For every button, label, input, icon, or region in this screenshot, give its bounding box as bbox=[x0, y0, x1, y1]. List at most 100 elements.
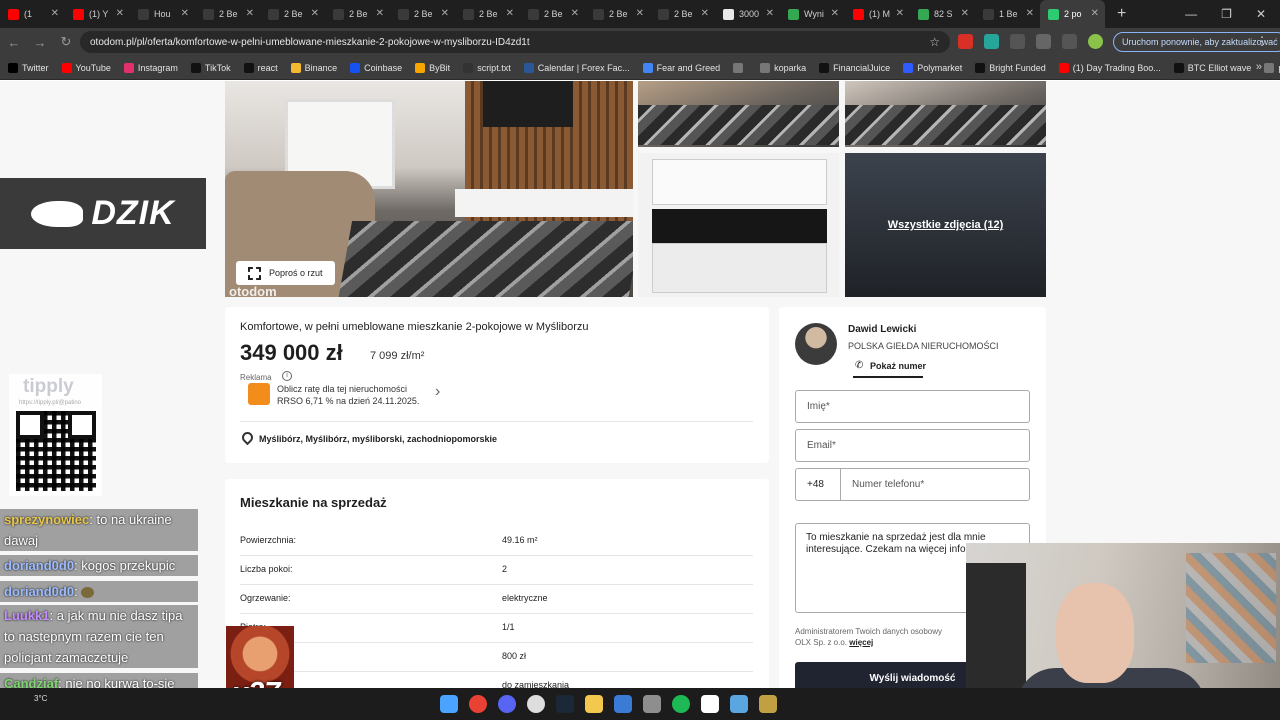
privacy-more-link[interactable]: więcej bbox=[849, 638, 873, 647]
close-tab-icon[interactable]: ✕ bbox=[636, 8, 644, 19]
close-tab-icon[interactable]: ✕ bbox=[116, 8, 124, 19]
browser-tab[interactable]: Wyni ✕ bbox=[780, 0, 845, 28]
app-icon[interactable] bbox=[643, 695, 661, 713]
bookmark-item[interactable]: Coinbase bbox=[350, 62, 402, 73]
start-icon[interactable] bbox=[440, 695, 458, 713]
email-field[interactable]: Email* bbox=[795, 429, 1030, 462]
close-tab-icon[interactable]: ✕ bbox=[766, 8, 774, 19]
close-tab-icon[interactable]: ✕ bbox=[1091, 8, 1099, 19]
bookmark-item[interactable]: Bright Funded bbox=[975, 62, 1046, 73]
bookmark-item[interactable]: Twitter bbox=[8, 62, 49, 73]
tab-search-icon[interactable] bbox=[1062, 34, 1077, 49]
chevron-right-icon[interactable]: » bbox=[1256, 61, 1262, 73]
extension-icon[interactable] bbox=[958, 34, 973, 49]
all-photos-thumbnail[interactable]: Wszystkie zdjęcia (12) bbox=[845, 153, 1046, 297]
close-tab-icon[interactable]: ✕ bbox=[896, 8, 904, 19]
close-tab-icon[interactable]: ✕ bbox=[311, 8, 319, 19]
bookmark-item[interactable]: (1) Day Trading Boo... bbox=[1058, 62, 1161, 73]
location-link[interactable]: Myślibórz, Myślibórz, myśliborski, zacho… bbox=[259, 434, 497, 444]
browser-tab[interactable]: (1) Y ✕ bbox=[65, 0, 130, 28]
browser-tab[interactable]: 2 po ✕ bbox=[1040, 0, 1105, 28]
browser-tab[interactable]: (1 ✕ bbox=[0, 0, 65, 28]
restore-icon[interactable]: ❐ bbox=[1221, 7, 1232, 21]
bookmark-item[interactable]: Calendar | Forex Fac... bbox=[523, 62, 630, 73]
relaunch-update-button[interactable]: Uruchom ponownie, aby zaktualizować bbox=[1113, 32, 1280, 52]
browser-tab[interactable]: 2 Be ✕ bbox=[520, 0, 585, 28]
close-tab-icon[interactable]: ✕ bbox=[701, 8, 709, 19]
minimize-icon[interactable]: — bbox=[1185, 7, 1197, 21]
chrome-icon[interactable] bbox=[469, 695, 487, 713]
bookmark-item[interactable]: Binance bbox=[290, 62, 337, 73]
agency-name[interactable]: POLSKA GIEŁDA NIERUCHOMOŚCI bbox=[848, 341, 999, 351]
steam-icon[interactable] bbox=[556, 695, 574, 713]
browser-tab[interactable]: 2 Be ✕ bbox=[650, 0, 715, 28]
close-window-icon[interactable]: ✕ bbox=[1256, 7, 1266, 21]
close-tab-icon[interactable]: ✕ bbox=[506, 8, 514, 19]
close-tab-icon[interactable]: ✕ bbox=[441, 8, 449, 19]
browser-tab[interactable]: (1) M ✕ bbox=[845, 0, 910, 28]
bookmark-item[interactable]: BTC Elliot wave bbox=[1173, 62, 1251, 73]
phone-field[interactable]: Numer telefonu* bbox=[840, 468, 1030, 501]
url-field[interactable]: otodom.pl/pl/oferta/komfortowe-w-pelni-u… bbox=[80, 31, 950, 53]
bookmark-item[interactable]: Instagram bbox=[123, 62, 178, 73]
extension-icon[interactable] bbox=[1010, 34, 1025, 49]
close-tab-icon[interactable]: ✕ bbox=[1026, 8, 1034, 19]
chevron-right-icon[interactable]: › bbox=[435, 383, 440, 401]
browser-tab[interactable]: 2 Be ✕ bbox=[585, 0, 650, 28]
photo-thumbnail[interactable] bbox=[845, 81, 1046, 147]
bookmark-item[interactable]: Fear and Greed bbox=[642, 62, 720, 73]
close-tab-icon[interactable]: ✕ bbox=[376, 8, 384, 19]
close-tab-icon[interactable]: ✕ bbox=[181, 8, 189, 19]
main-photo[interactable]: Poproś o rzut otodom bbox=[225, 81, 633, 297]
spotify-icon[interactable] bbox=[672, 695, 690, 713]
app-icon[interactable] bbox=[701, 695, 719, 713]
info-icon[interactable]: i bbox=[282, 371, 292, 381]
bookmark-item[interactable]: koparka bbox=[760, 62, 806, 73]
menu-icon[interactable]: ⋮ bbox=[1256, 34, 1268, 48]
browser-tab[interactable]: 2 Be ✕ bbox=[390, 0, 455, 28]
photo-thumbnail[interactable] bbox=[638, 81, 839, 147]
all-photos-link[interactable]: Wszystkie zdjęcia (12) bbox=[845, 219, 1046, 231]
app-icon[interactable] bbox=[759, 695, 777, 713]
browser-tab[interactable]: 2 Be ✕ bbox=[325, 0, 390, 28]
browser-tab[interactable]: 3000 ✕ bbox=[715, 0, 780, 28]
photos-icon[interactable] bbox=[730, 695, 748, 713]
ad-text-main[interactable]: Oblicz ratę dla tej nieruchomości bbox=[277, 384, 407, 394]
bookmark-item[interactable]: react bbox=[243, 62, 278, 73]
bookmark-item[interactable]: script.txt bbox=[463, 62, 511, 73]
bookmark-item[interactable]: Polymarket bbox=[903, 62, 962, 73]
close-tab-icon[interactable]: ✕ bbox=[246, 8, 254, 19]
floor-plan-button[interactable]: Poproś o rzut bbox=[236, 261, 335, 285]
discord-icon[interactable] bbox=[498, 695, 516, 713]
name-field[interactable]: Imię* bbox=[795, 390, 1030, 423]
browser-tab[interactable]: 1 Be ✕ bbox=[975, 0, 1040, 28]
avatar[interactable] bbox=[1088, 34, 1103, 49]
bookmark-item[interactable]: YouTube bbox=[61, 62, 111, 73]
close-tab-icon[interactable]: ✕ bbox=[831, 8, 839, 19]
extension-icon[interactable] bbox=[984, 34, 999, 49]
browser-tab[interactable]: 2 Be ✕ bbox=[195, 0, 260, 28]
bookmark-item[interactable]: palcówka bbox=[1264, 62, 1280, 73]
bookmark-item[interactable]: FinancialJuice bbox=[819, 62, 890, 73]
close-tab-icon[interactable]: ✕ bbox=[961, 8, 969, 19]
bookmark-star-icon[interactable]: ☆ bbox=[929, 35, 940, 49]
browser-tab[interactable]: Hou ✕ bbox=[130, 0, 195, 28]
browser-tab[interactable]: 2 Be ✕ bbox=[260, 0, 325, 28]
bookmark-item[interactable] bbox=[733, 62, 747, 73]
reload-icon[interactable]: ↻ bbox=[54, 34, 78, 50]
bookmark-item[interactable]: ByBit bbox=[415, 62, 450, 73]
puzzle-icon[interactable] bbox=[1036, 34, 1051, 49]
close-tab-icon[interactable]: ✕ bbox=[571, 8, 579, 19]
browser-tab[interactable]: 2 Be ✕ bbox=[455, 0, 520, 28]
show-number-button[interactable]: Pokaż numer bbox=[870, 361, 926, 371]
close-tab-icon[interactable]: ✕ bbox=[51, 8, 59, 19]
folder-icon[interactable] bbox=[585, 695, 603, 713]
back-icon[interactable]: ← bbox=[2, 35, 26, 50]
browser-tab[interactable]: 82 S ✕ bbox=[910, 0, 975, 28]
forward-icon[interactable]: → bbox=[28, 35, 52, 50]
app-icon[interactable] bbox=[527, 695, 545, 713]
phone-prefix-select[interactable]: +48 bbox=[795, 468, 841, 501]
new-tab-button[interactable]: + bbox=[1117, 5, 1126, 23]
photo-thumbnail[interactable] bbox=[638, 153, 839, 297]
app-icon[interactable] bbox=[614, 695, 632, 713]
